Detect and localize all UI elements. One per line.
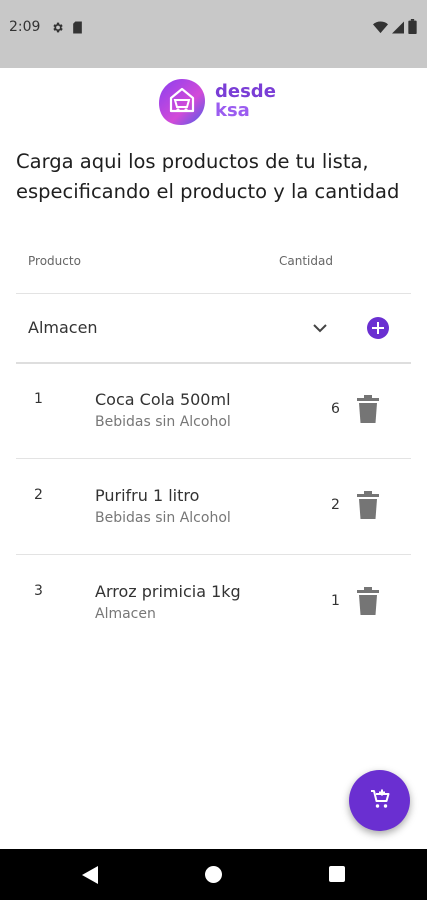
navigation-bar <box>0 849 427 900</box>
wifi-icon <box>373 19 388 38</box>
trash-icon[interactable] <box>356 587 380 615</box>
chevron-down-icon <box>312 320 328 340</box>
item-quantity: 6 <box>331 401 340 417</box>
item-name: Coca Cola 500ml <box>95 390 231 409</box>
list-item: 3 Arroz primicia 1kg Almacen 1 <box>0 555 427 651</box>
item-category: Bebidas sin Alcohol <box>95 414 231 430</box>
add-circle-icon[interactable] <box>367 317 389 339</box>
logo-text-line1: desde <box>215 81 276 102</box>
item-category: Bebidas sin Alcohol <box>95 510 231 526</box>
sd-card-icon <box>72 19 83 38</box>
item-index: 1 <box>34 391 43 407</box>
trash-icon[interactable] <box>356 395 380 423</box>
back-icon[interactable] <box>82 866 98 888</box>
signal-icon <box>392 19 404 38</box>
divider <box>16 293 411 294</box>
logo-text-line2: ksa <box>215 100 250 121</box>
page-title: Carga aqui los productos de tu lista, es… <box>16 150 400 203</box>
home-icon[interactable] <box>205 866 222 883</box>
status-icons-right <box>373 19 417 38</box>
list-item: 1 Coca Cola 500ml Bebidas sin Alcohol 6 <box>0 363 427 459</box>
status-icons-left <box>51 19 83 38</box>
app-logo: desde ksa <box>156 76 276 128</box>
battery-icon <box>408 19 417 38</box>
list-item: 2 Purifru 1 litro Bebidas sin Alcohol 2 <box>0 459 427 555</box>
item-quantity: 1 <box>331 593 340 609</box>
item-category: Almacen <box>95 606 156 622</box>
recent-apps-icon[interactable] <box>329 866 345 882</box>
category-select-value: Almacen <box>28 318 98 337</box>
add-to-cart-button[interactable] <box>349 770 410 831</box>
item-index: 2 <box>34 487 43 503</box>
status-time: 2:09 <box>9 19 41 35</box>
item-name: Arroz primicia 1kg <box>95 582 241 601</box>
item-quantity: 2 <box>331 497 340 513</box>
item-index: 3 <box>34 583 43 599</box>
item-name: Purifru 1 litro <box>95 486 200 505</box>
settings-icon <box>51 19 64 38</box>
trash-icon[interactable] <box>356 491 380 519</box>
column-header-product: Producto <box>28 254 81 268</box>
status-bar: 2:09 <box>0 0 427 68</box>
column-header-quantity: Cantidad <box>279 254 333 268</box>
add-to-cart-icon <box>368 787 392 815</box>
category-select[interactable]: Almacen <box>16 308 346 348</box>
